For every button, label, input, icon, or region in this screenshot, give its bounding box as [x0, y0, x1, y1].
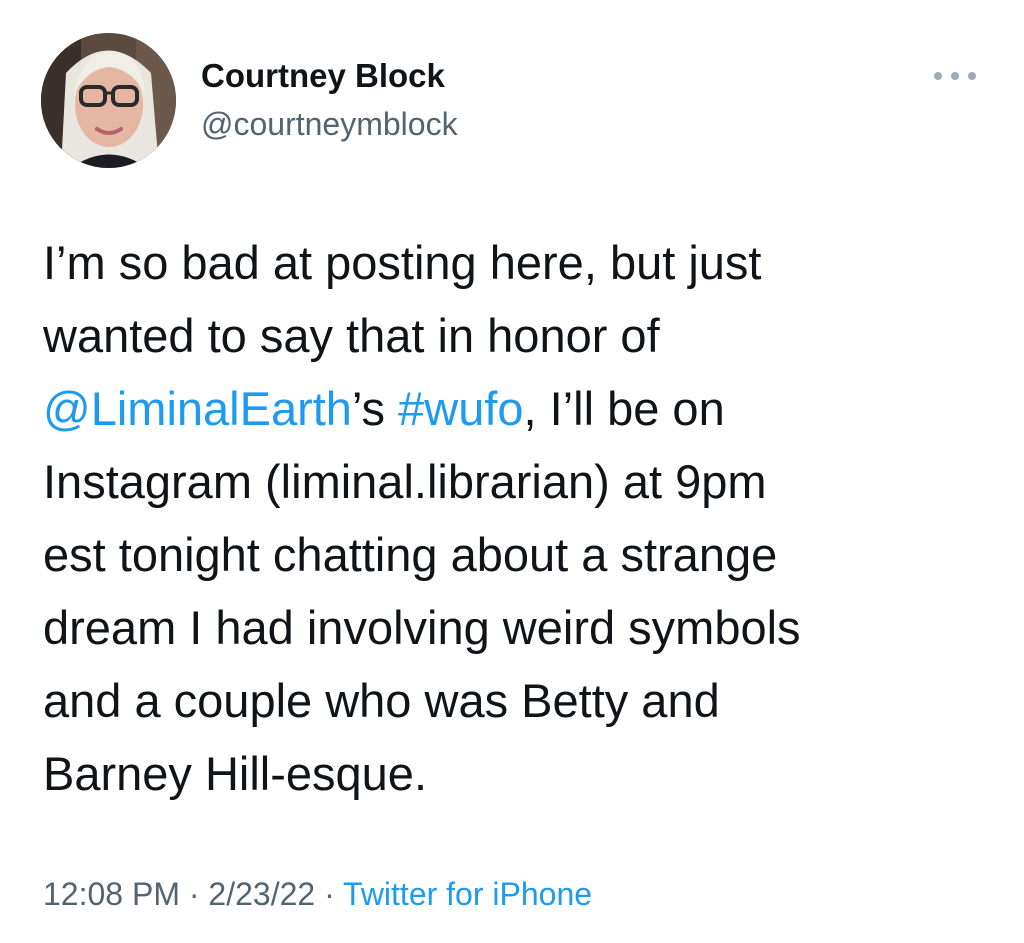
tweet-meta: 12:08 PM · 2/23/22 · Twitter for iPhone	[43, 876, 592, 913]
mention-link[interactable]: @LiminalEarth	[43, 382, 352, 435]
meta-separator: ·	[179, 876, 209, 912]
tweet-date[interactable]: 2/23/22	[208, 876, 315, 912]
meta-separator: ·	[315, 876, 344, 912]
tweet-time[interactable]: 12:08 PM	[43, 876, 180, 912]
tweet-text: I’m so bad at posting here, but just wan…	[43, 226, 993, 810]
author-handle[interactable]: @courtneymblock	[201, 106, 458, 143]
tweet-line: est tonight chatting about a strange	[43, 528, 778, 581]
tweet-line: I’m so bad at posting here, but just	[43, 236, 762, 289]
tweet-line: wanted to say that in honor of	[43, 309, 660, 362]
more-horizontal-icon	[968, 72, 976, 80]
tweet-line: Instagram (liminal.librarian) at 9pm	[43, 455, 767, 508]
author-name[interactable]: Courtney Block	[201, 57, 445, 95]
more-options-button[interactable]	[934, 64, 976, 88]
avatar[interactable]	[41, 33, 176, 168]
tweet-line: Barney Hill-esque.	[43, 747, 428, 800]
tweet-source-link[interactable]: Twitter for iPhone	[343, 876, 592, 912]
tweet-line: and a couple who was Betty and	[43, 674, 720, 727]
tweet-line-rest: , I’ll be on	[523, 382, 725, 435]
more-horizontal-icon	[934, 72, 942, 80]
tweet-line: dream I had involving weird symbols	[43, 601, 801, 654]
mention-suffix: ’s	[351, 382, 399, 435]
tweet-line: @LiminalEarth’s #wufo, I’ll be on	[43, 372, 993, 445]
more-horizontal-icon	[951, 72, 959, 80]
hashtag-link[interactable]: #wufo	[398, 382, 523, 435]
